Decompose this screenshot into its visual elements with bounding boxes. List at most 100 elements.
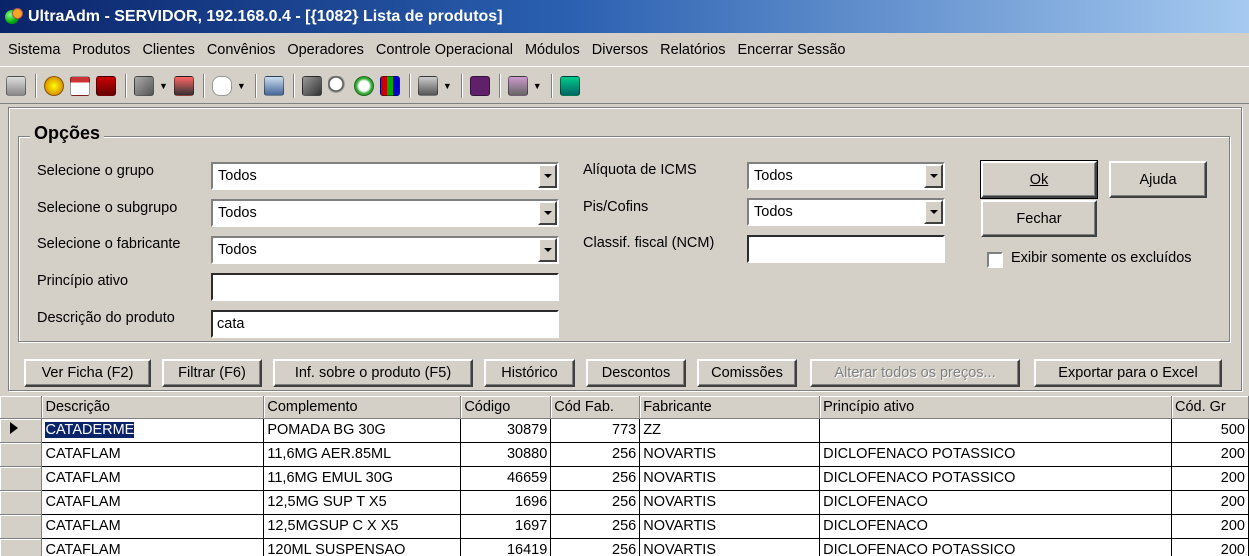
menu-sistema[interactable]: Sistema [2, 42, 66, 58]
cell-complemento[interactable]: 11,6MG AER.85ML [263, 442, 462, 467]
cell-fabricante[interactable]: NOVARTIS [639, 538, 821, 556]
cell-complemento[interactable]: 12,5MG SUP T X5 [263, 490, 462, 515]
cell-principio-ativo[interactable] [819, 418, 1172, 443]
historico-button[interactable]: Histórico [484, 359, 575, 387]
grupo-select[interactable]: Todos [211, 162, 559, 190]
cell-cod-grupo[interactable]: 200 [1171, 514, 1249, 539]
help-globe-icon[interactable] [42, 74, 66, 98]
cell-principio-ativo[interactable]: DICLOFENACO POTASSICO [819, 466, 1172, 491]
exit-icon[interactable] [558, 74, 582, 98]
cell-fabricante[interactable]: NOVARTIS [639, 442, 821, 467]
cell-descricao[interactable]: CATAFLAM [41, 490, 265, 515]
chevron-down-icon[interactable] [924, 164, 943, 188]
table-row[interactable]: CATADERME POMADA BG 30G 30879 773 ZZ 500 [0, 418, 1249, 443]
dropdown-arrow-icon[interactable]: ▼ [237, 81, 246, 91]
chevron-down-icon[interactable] [538, 164, 557, 188]
menu-encerrar-sessao[interactable]: Encerrar Sessão [731, 42, 851, 58]
link-icon[interactable] [132, 74, 156, 98]
filtrar-button[interactable]: Filtrar (F6) [162, 359, 262, 387]
inf-produto-button[interactable]: Inf. sobre o produto (F5) [273, 359, 473, 387]
cell-complemento[interactable]: 120ML SUSPENSAO [263, 538, 462, 556]
dropdown-arrow-icon[interactable]: ▼ [159, 81, 168, 91]
table-row[interactable]: CATAFLAM 11,6MG EMUL 30G 46659 256 NOVAR… [0, 466, 1249, 491]
cell-fabricante[interactable]: NOVARTIS [639, 490, 821, 515]
menu-modulos[interactable]: Módulos [519, 42, 586, 58]
cell-principio-ativo[interactable]: DICLOFENACO POTASSICO [819, 538, 1172, 556]
dropdown-arrow-icon[interactable]: ▼ [443, 81, 452, 91]
table-row[interactable]: CATAFLAM 12,5MGSUP C X X5 1697 256 NOVAR… [0, 514, 1249, 539]
col-header-cod-grupo[interactable]: Cód. Gr [1171, 396, 1249, 419]
subgrupo-select[interactable]: Todos [211, 199, 559, 227]
chevron-down-icon[interactable] [538, 238, 557, 262]
ver-ficha-button[interactable]: Ver Ficha (F2) [24, 359, 151, 387]
comissoes-button[interactable]: Comissões [697, 359, 797, 387]
cell-cod-fab[interactable]: 256 [550, 514, 641, 539]
cell-descricao[interactable]: CATADERME [41, 418, 265, 443]
clock-icon[interactable] [352, 74, 376, 98]
menu-clientes[interactable]: Clientes [136, 42, 200, 58]
row-indicator[interactable] [0, 490, 43, 515]
pis-cofins-select[interactable]: Todos [747, 198, 945, 226]
ncm-input[interactable] [747, 235, 945, 263]
keyboard-icon[interactable] [4, 74, 28, 98]
truck-icon[interactable] [172, 74, 196, 98]
menu-diversos[interactable]: Diversos [586, 42, 654, 58]
cell-cod-grupo[interactable]: 200 [1171, 466, 1249, 491]
cell-descricao[interactable]: CATAFLAM [41, 514, 265, 539]
cell-codigo[interactable]: 16419 [460, 538, 552, 556]
fechar-button[interactable]: Fechar [981, 200, 1097, 237]
principio-ativo-input[interactable] [211, 273, 559, 301]
cell-principio-ativo[interactable]: DICLOFENACO [819, 490, 1172, 515]
printer-icon[interactable] [262, 74, 286, 98]
exportar-excel-button[interactable]: Exportar para o Excel [1034, 359, 1222, 387]
bar-chart-icon[interactable] [378, 74, 402, 98]
tools-icon[interactable] [300, 74, 324, 98]
trash-icon[interactable] [94, 74, 118, 98]
cell-cod-fab[interactable]: 256 [550, 466, 641, 491]
cell-principio-ativo[interactable]: DICLOFENACO [819, 514, 1172, 539]
line-chart-icon[interactable] [468, 74, 492, 98]
dropdown-arrow-icon[interactable]: ▼ [533, 81, 542, 91]
icms-select[interactable]: Todos [747, 162, 945, 190]
alterar-precos-button[interactable]: Alterar todos os preços... [810, 359, 1020, 387]
magnifier-icon[interactable] [326, 74, 350, 98]
row-indicator[interactable] [0, 466, 43, 491]
calendar-icon[interactable] [68, 74, 92, 98]
table-row[interactable]: CATAFLAM 11,6MG AER.85ML 30880 256 NOVAR… [0, 442, 1249, 467]
cell-complemento[interactable]: 12,5MGSUP C X X5 [263, 514, 462, 539]
descricao-input[interactable]: cata [211, 310, 559, 338]
cell-codigo[interactable]: 30879 [460, 418, 552, 443]
ajuda-button[interactable]: Ajuda [1109, 161, 1207, 198]
col-header-codigo[interactable]: Código [460, 396, 552, 419]
cell-codigo[interactable]: 46659 [460, 466, 552, 491]
descontos-button[interactable]: Descontos [586, 359, 686, 387]
table-icon[interactable] [506, 74, 530, 98]
col-header-descricao[interactable]: Descrição [41, 396, 265, 419]
col-header-cod-fab[interactable]: Cód Fab. [550, 396, 641, 419]
cell-principio-ativo[interactable]: DICLOFENACO POTASSICO [819, 442, 1172, 467]
cell-cod-fab[interactable]: 773 [550, 418, 641, 443]
cell-cod-grupo[interactable]: 200 [1171, 442, 1249, 467]
cell-fabricante[interactable]: ZZ [639, 418, 821, 443]
row-indicator[interactable] [0, 538, 43, 556]
cell-cod-grupo[interactable]: 200 [1171, 538, 1249, 556]
cell-complemento[interactable]: 11,6MG EMUL 30G [263, 466, 462, 491]
cell-descricao[interactable]: CATAFLAM [41, 466, 265, 491]
cell-cod-fab[interactable]: 256 [550, 442, 641, 467]
cell-cod-fab[interactable]: 256 [550, 490, 641, 515]
excluidos-checkbox[interactable] [987, 252, 1003, 268]
cell-cod-grupo[interactable]: 200 [1171, 490, 1249, 515]
cell-fabricante[interactable]: NOVARTIS [639, 514, 821, 539]
menu-convenios[interactable]: Convênios [201, 42, 282, 58]
cell-cod-grupo[interactable]: 500 [1171, 418, 1249, 443]
camera-icon[interactable] [416, 74, 440, 98]
menu-relatorios[interactable]: Relatórios [654, 42, 731, 58]
fabricante-select[interactable]: Todos [211, 236, 559, 264]
menu-operadores[interactable]: Operadores [281, 42, 370, 58]
row-indicator[interactable] [0, 418, 43, 443]
hand-icon[interactable] [210, 74, 234, 98]
cell-codigo[interactable]: 1697 [460, 514, 552, 539]
cell-descricao[interactable]: CATAFLAM [41, 442, 265, 467]
cell-complemento[interactable]: POMADA BG 30G [263, 418, 462, 443]
col-header-complemento[interactable]: Complemento [263, 396, 462, 419]
